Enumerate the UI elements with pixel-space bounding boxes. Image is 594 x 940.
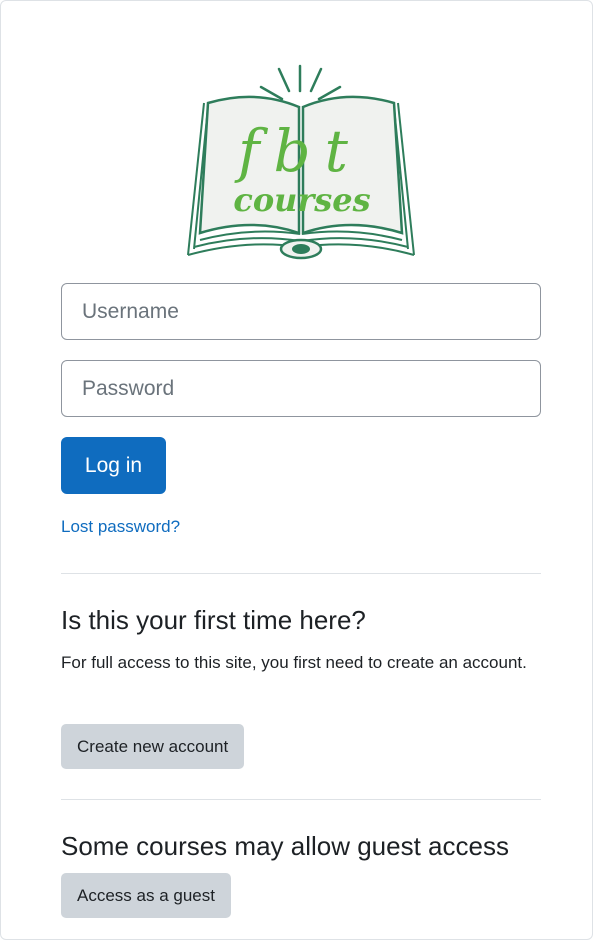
book-logo-icon: fbt courses bbox=[187, 64, 415, 260]
first-time-heading: Is this your first time here? bbox=[61, 605, 366, 635]
guest-access-heading: Some courses may allow guest access bbox=[61, 831, 509, 861]
username-input[interactable] bbox=[61, 283, 541, 340]
login-card: fbt courses Log in Lost password? Is thi… bbox=[0, 0, 593, 940]
lost-password-link[interactable]: Lost password? bbox=[61, 517, 180, 537]
logo-text-fbt: fbt bbox=[234, 117, 362, 185]
logo-text-courses: courses bbox=[233, 181, 370, 219]
site-logo: fbt courses bbox=[186, 61, 416, 266]
signup-description: For full access to this site, you first … bbox=[61, 653, 527, 672]
login-button[interactable]: Log in bbox=[61, 437, 166, 494]
divider bbox=[61, 799, 541, 800]
divider bbox=[61, 573, 541, 574]
password-input[interactable] bbox=[61, 360, 541, 417]
create-account-button[interactable]: Create new account bbox=[61, 724, 245, 769]
guest-access-button[interactable]: Access as a guest bbox=[61, 873, 231, 918]
